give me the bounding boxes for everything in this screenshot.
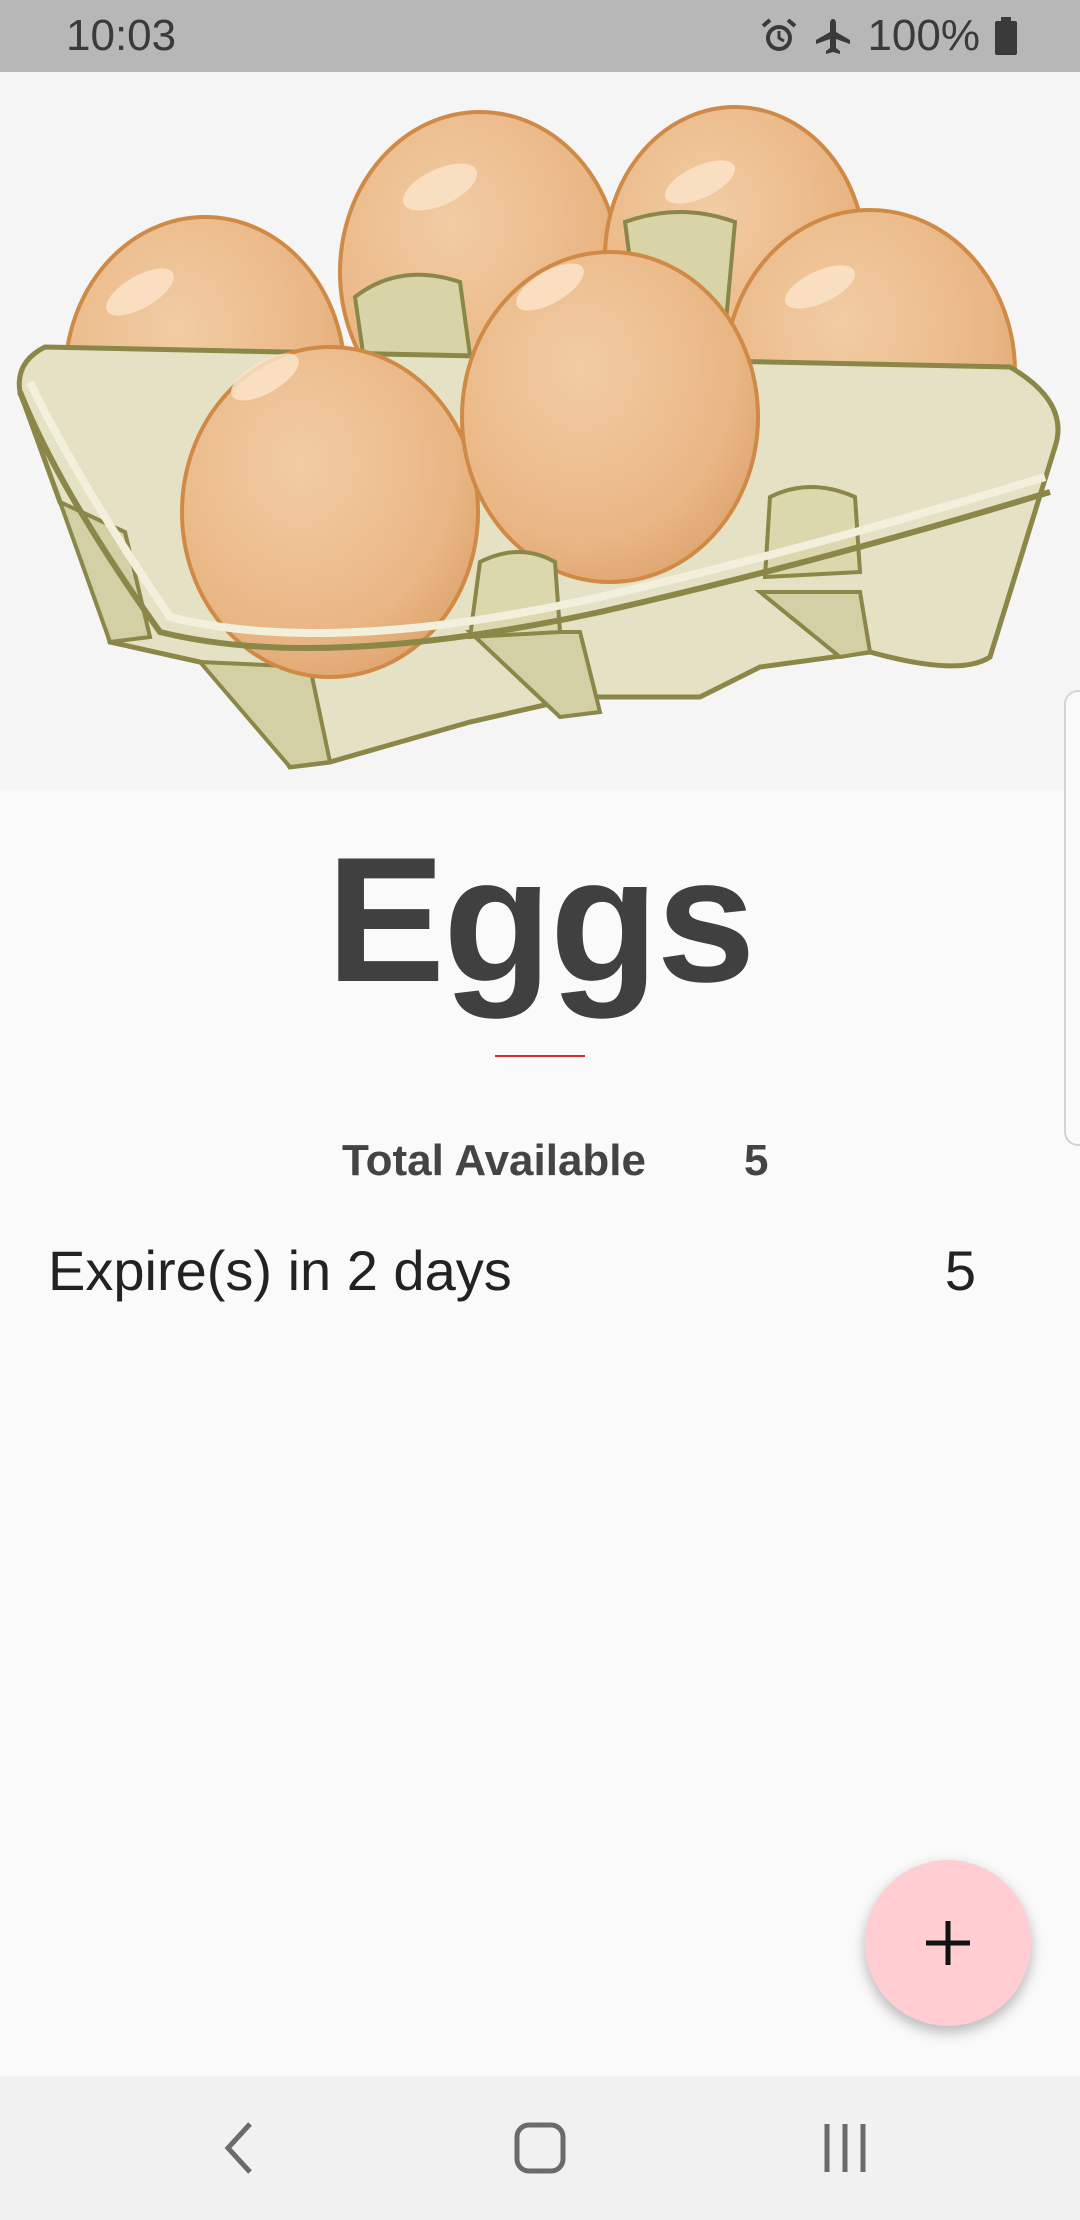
back-button[interactable]: [188, 2106, 288, 2190]
recent-apps-button[interactable]: [795, 2106, 895, 2190]
navigation-bar: [0, 2076, 1080, 2220]
status-time: 10:03: [66, 11, 177, 60]
battery-percent: 100%: [867, 11, 980, 60]
home-icon: [514, 2122, 566, 2174]
alarm-icon: [762, 18, 797, 51]
battery-full-icon: [995, 17, 1017, 55]
total-available-value: 5: [744, 1136, 769, 1185]
status-bar: 10:03 100%: [0, 0, 1080, 72]
recent-apps-icon: [824, 2124, 866, 2172]
plus-icon: [926, 1921, 970, 1965]
product-image: [0, 72, 1080, 790]
add-item-button[interactable]: [865, 1860, 1031, 2026]
back-icon: [224, 2122, 252, 2174]
list-item[interactable]: Expire(s) in 2 days 5: [0, 1236, 1080, 1306]
airplane-mode-icon: [816, 19, 851, 54]
status-icons: 100%: [759, 11, 1018, 60]
expiration-label: Expire(s) in 2 days: [48, 1239, 512, 1302]
egg-carton-illustration: [16, 105, 1061, 770]
total-available-row: Total Available 5: [0, 1130, 1080, 1190]
total-available-label: Total Available: [342, 1136, 647, 1185]
expiration-count: 5: [944, 1239, 976, 1302]
home-button[interactable]: [490, 2106, 590, 2190]
title-divider: [495, 1055, 585, 1057]
product-title: Eggs: [326, 820, 755, 1019]
